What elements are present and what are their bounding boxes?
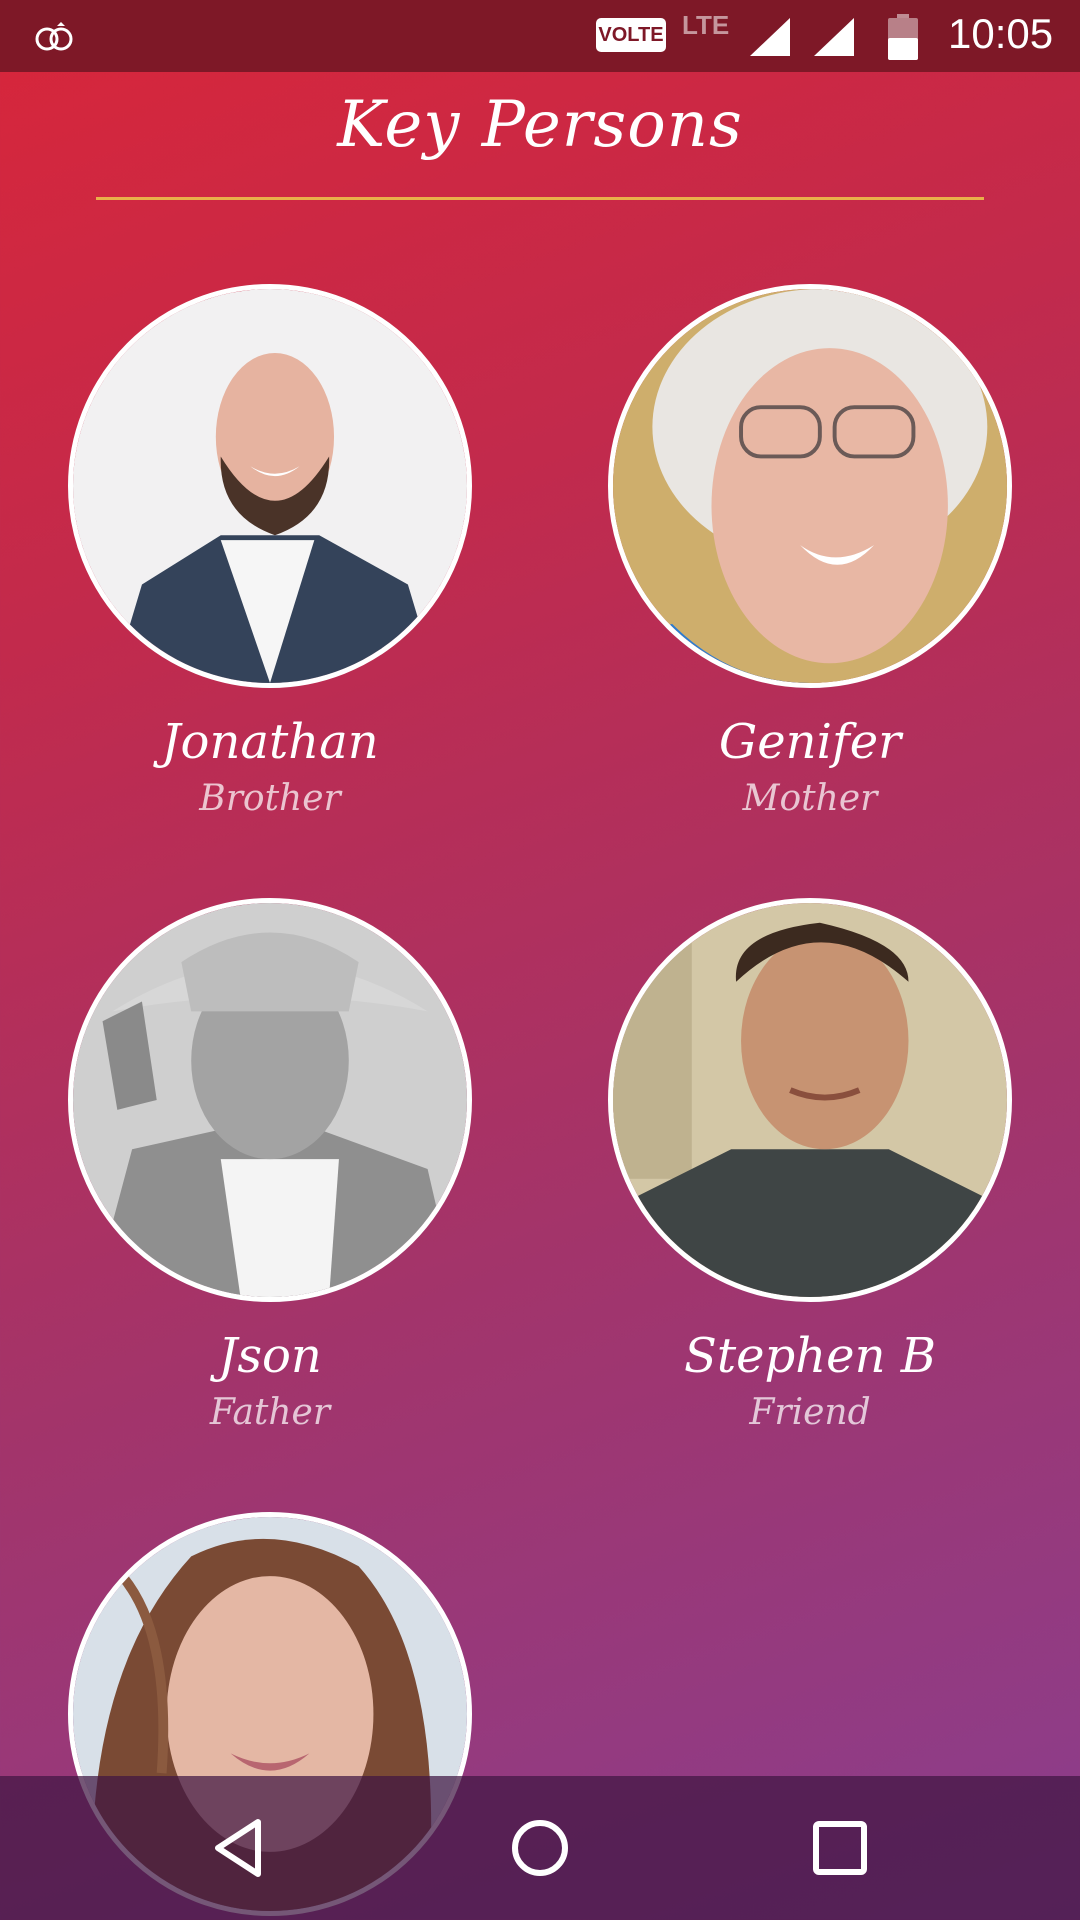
person-relation: Brother (199, 778, 341, 819)
title-divider (96, 197, 984, 200)
recents-icon[interactable] (800, 1808, 880, 1888)
avatar[interactable] (68, 898, 472, 1302)
volte-badge: VOLTE (596, 18, 666, 52)
person-relation: Friend (749, 1392, 871, 1433)
home-icon[interactable] (500, 1808, 580, 1888)
avatar[interactable] (608, 898, 1012, 1302)
photo-man-cowboy-hat (73, 903, 467, 1297)
photo-bald-bearded-man (73, 289, 467, 683)
navigation-bar (0, 1776, 1080, 1920)
battery-icon (888, 14, 918, 60)
avatar[interactable] (608, 284, 1012, 688)
signal-icon (814, 18, 854, 56)
back-icon[interactable] (200, 1808, 280, 1888)
status-time: 10:05 (948, 10, 1054, 57)
person-card[interactable]: Jonathan Brother (60, 284, 480, 822)
status-bar: VOLTE LTE 10:05 (0, 0, 1080, 72)
network-type: LTE (682, 10, 730, 40)
person-relation: Mother (742, 778, 878, 819)
person-name: Jonathan (161, 714, 379, 770)
page-title: Key Persons (337, 88, 743, 162)
person-name: Json (218, 1328, 322, 1384)
rings-icon (35, 22, 73, 51)
signal-icon (750, 18, 790, 56)
avatar[interactable] (68, 284, 472, 688)
person-name: Stephen B (683, 1328, 937, 1384)
person-card[interactable]: Stephen B Friend (600, 898, 1020, 1436)
photo-young-man (613, 903, 1007, 1297)
person-card[interactable]: Json Father (60, 898, 480, 1436)
photo-elderly-woman-glasses (613, 289, 1007, 683)
person-relation: Father (209, 1392, 331, 1433)
person-name: Genifer (718, 714, 902, 770)
person-card[interactable]: Genifer Mother (600, 284, 1020, 822)
